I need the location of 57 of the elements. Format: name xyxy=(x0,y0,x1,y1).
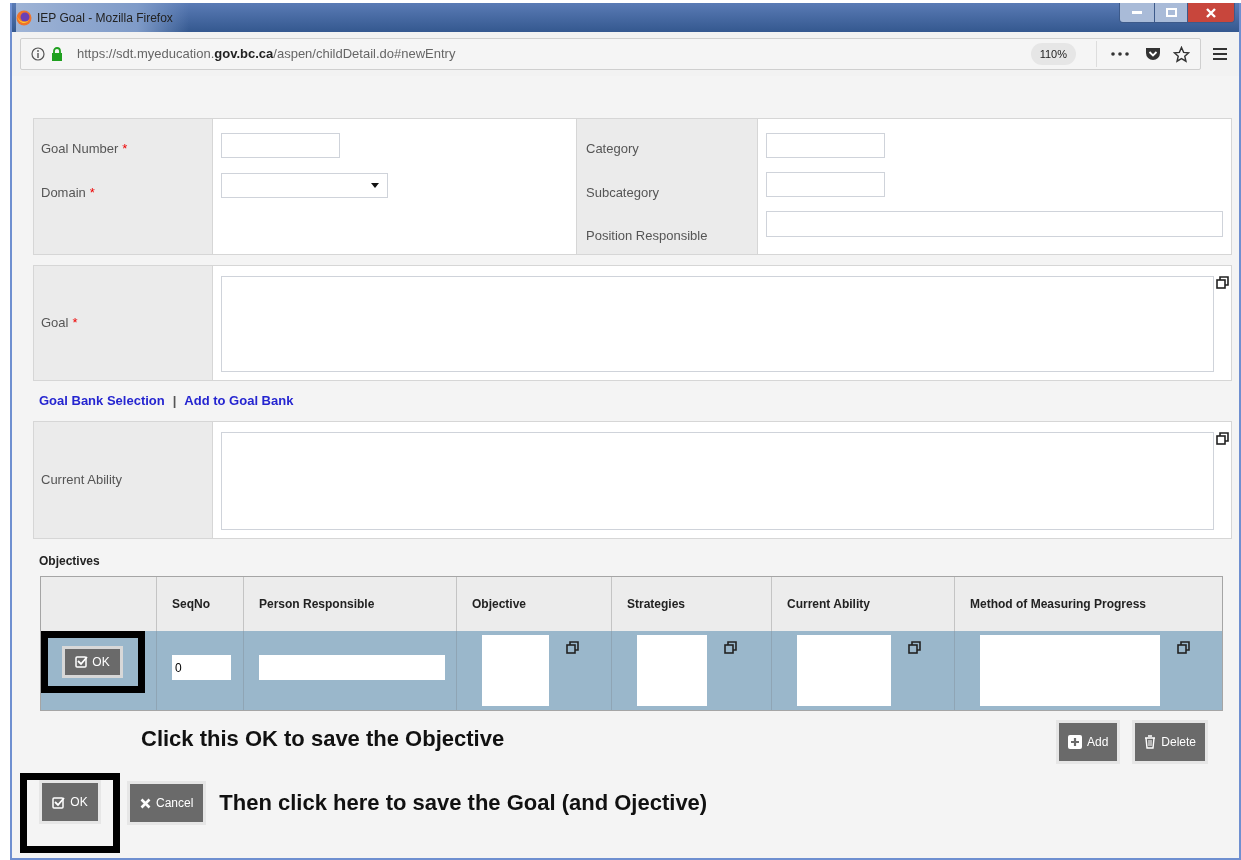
section-title: Objectives xyxy=(39,553,101,570)
input-field[interactable] xyxy=(259,655,445,680)
ok-button[interactable]: OK xyxy=(62,645,123,678)
column-header: Method of Measuring Progress xyxy=(969,596,1148,613)
lock-icon xyxy=(51,47,63,61)
ok-button[interactable]: OK xyxy=(42,783,98,821)
required-mark: * xyxy=(89,183,95,202)
expand-icon[interactable] xyxy=(724,641,737,654)
goal-bank-link[interactable]: Add to Goal Bank xyxy=(184,391,294,411)
x-icon xyxy=(140,797,151,809)
field-label: Domain xyxy=(41,183,86,202)
checkbox-check-icon xyxy=(52,795,66,809)
expand-icon[interactable] xyxy=(1216,276,1229,289)
checkbox-check-icon xyxy=(75,655,89,668)
input-field[interactable] xyxy=(766,133,885,158)
close-icon xyxy=(1206,7,1216,18)
browser-logo-icon xyxy=(16,9,32,26)
zoom-level[interactable]: 110% xyxy=(1030,42,1076,66)
expand-icon[interactable] xyxy=(566,641,579,654)
address-bar[interactable]: https://sdt.myeducation.gov.bc.ca/aspen/childDetail.do#newEntry 110% xyxy=(20,38,1201,70)
link-separator: | xyxy=(172,392,177,411)
expand-icon[interactable] xyxy=(1177,641,1190,654)
field-label: Subcategory xyxy=(586,183,659,202)
input-field[interactable] xyxy=(221,133,340,158)
required-mark: * xyxy=(72,314,78,333)
instruction-text: Then click here to save the Goal (and Ojective) xyxy=(219,788,708,817)
trash-icon xyxy=(1144,735,1157,749)
input-field[interactable] xyxy=(766,211,1223,237)
input-field[interactable] xyxy=(766,172,885,197)
plus-icon xyxy=(1067,735,1082,749)
cancel-button[interactable]: Cancel xyxy=(130,784,204,822)
field-label: Position Responsible xyxy=(586,227,708,245)
field-label: Category xyxy=(586,140,639,158)
minimize-button[interactable] xyxy=(1120,3,1155,22)
maximize-button[interactable] xyxy=(1155,3,1188,22)
field-label: Current Ability xyxy=(41,471,122,490)
info-icon[interactable] xyxy=(31,47,45,61)
dropdown-caret-icon xyxy=(371,183,379,188)
goal-bank-link[interactable]: Goal Bank Selection xyxy=(39,391,165,411)
field-label: Goal xyxy=(41,314,69,333)
expand-icon[interactable] xyxy=(908,641,921,654)
minimize-icon xyxy=(1132,10,1142,15)
add-button[interactable]: Add xyxy=(1058,723,1118,761)
instruction-text: Click this OK to save the Objective xyxy=(141,725,505,753)
close-button[interactable] xyxy=(1188,3,1234,22)
delete-button[interactable]: Delete xyxy=(1135,723,1205,761)
required-mark: * xyxy=(122,140,128,158)
url-text: https://sdt.myeducation.gov.bc.ca/aspen/childDetail.do#newEntry xyxy=(77,45,456,64)
field-label: Goal Number xyxy=(41,140,119,158)
expand-icon[interactable] xyxy=(1216,432,1229,445)
maximize-icon xyxy=(1165,8,1177,17)
star-icon[interactable] xyxy=(1173,45,1190,63)
pocket-icon[interactable] xyxy=(1145,46,1161,62)
more-icon[interactable] xyxy=(1111,52,1129,56)
input-field[interactable]: 0 xyxy=(172,655,231,680)
window-title: IEP Goal - Mozilla Firefox xyxy=(37,9,173,27)
menu-icon[interactable] xyxy=(1213,48,1227,60)
